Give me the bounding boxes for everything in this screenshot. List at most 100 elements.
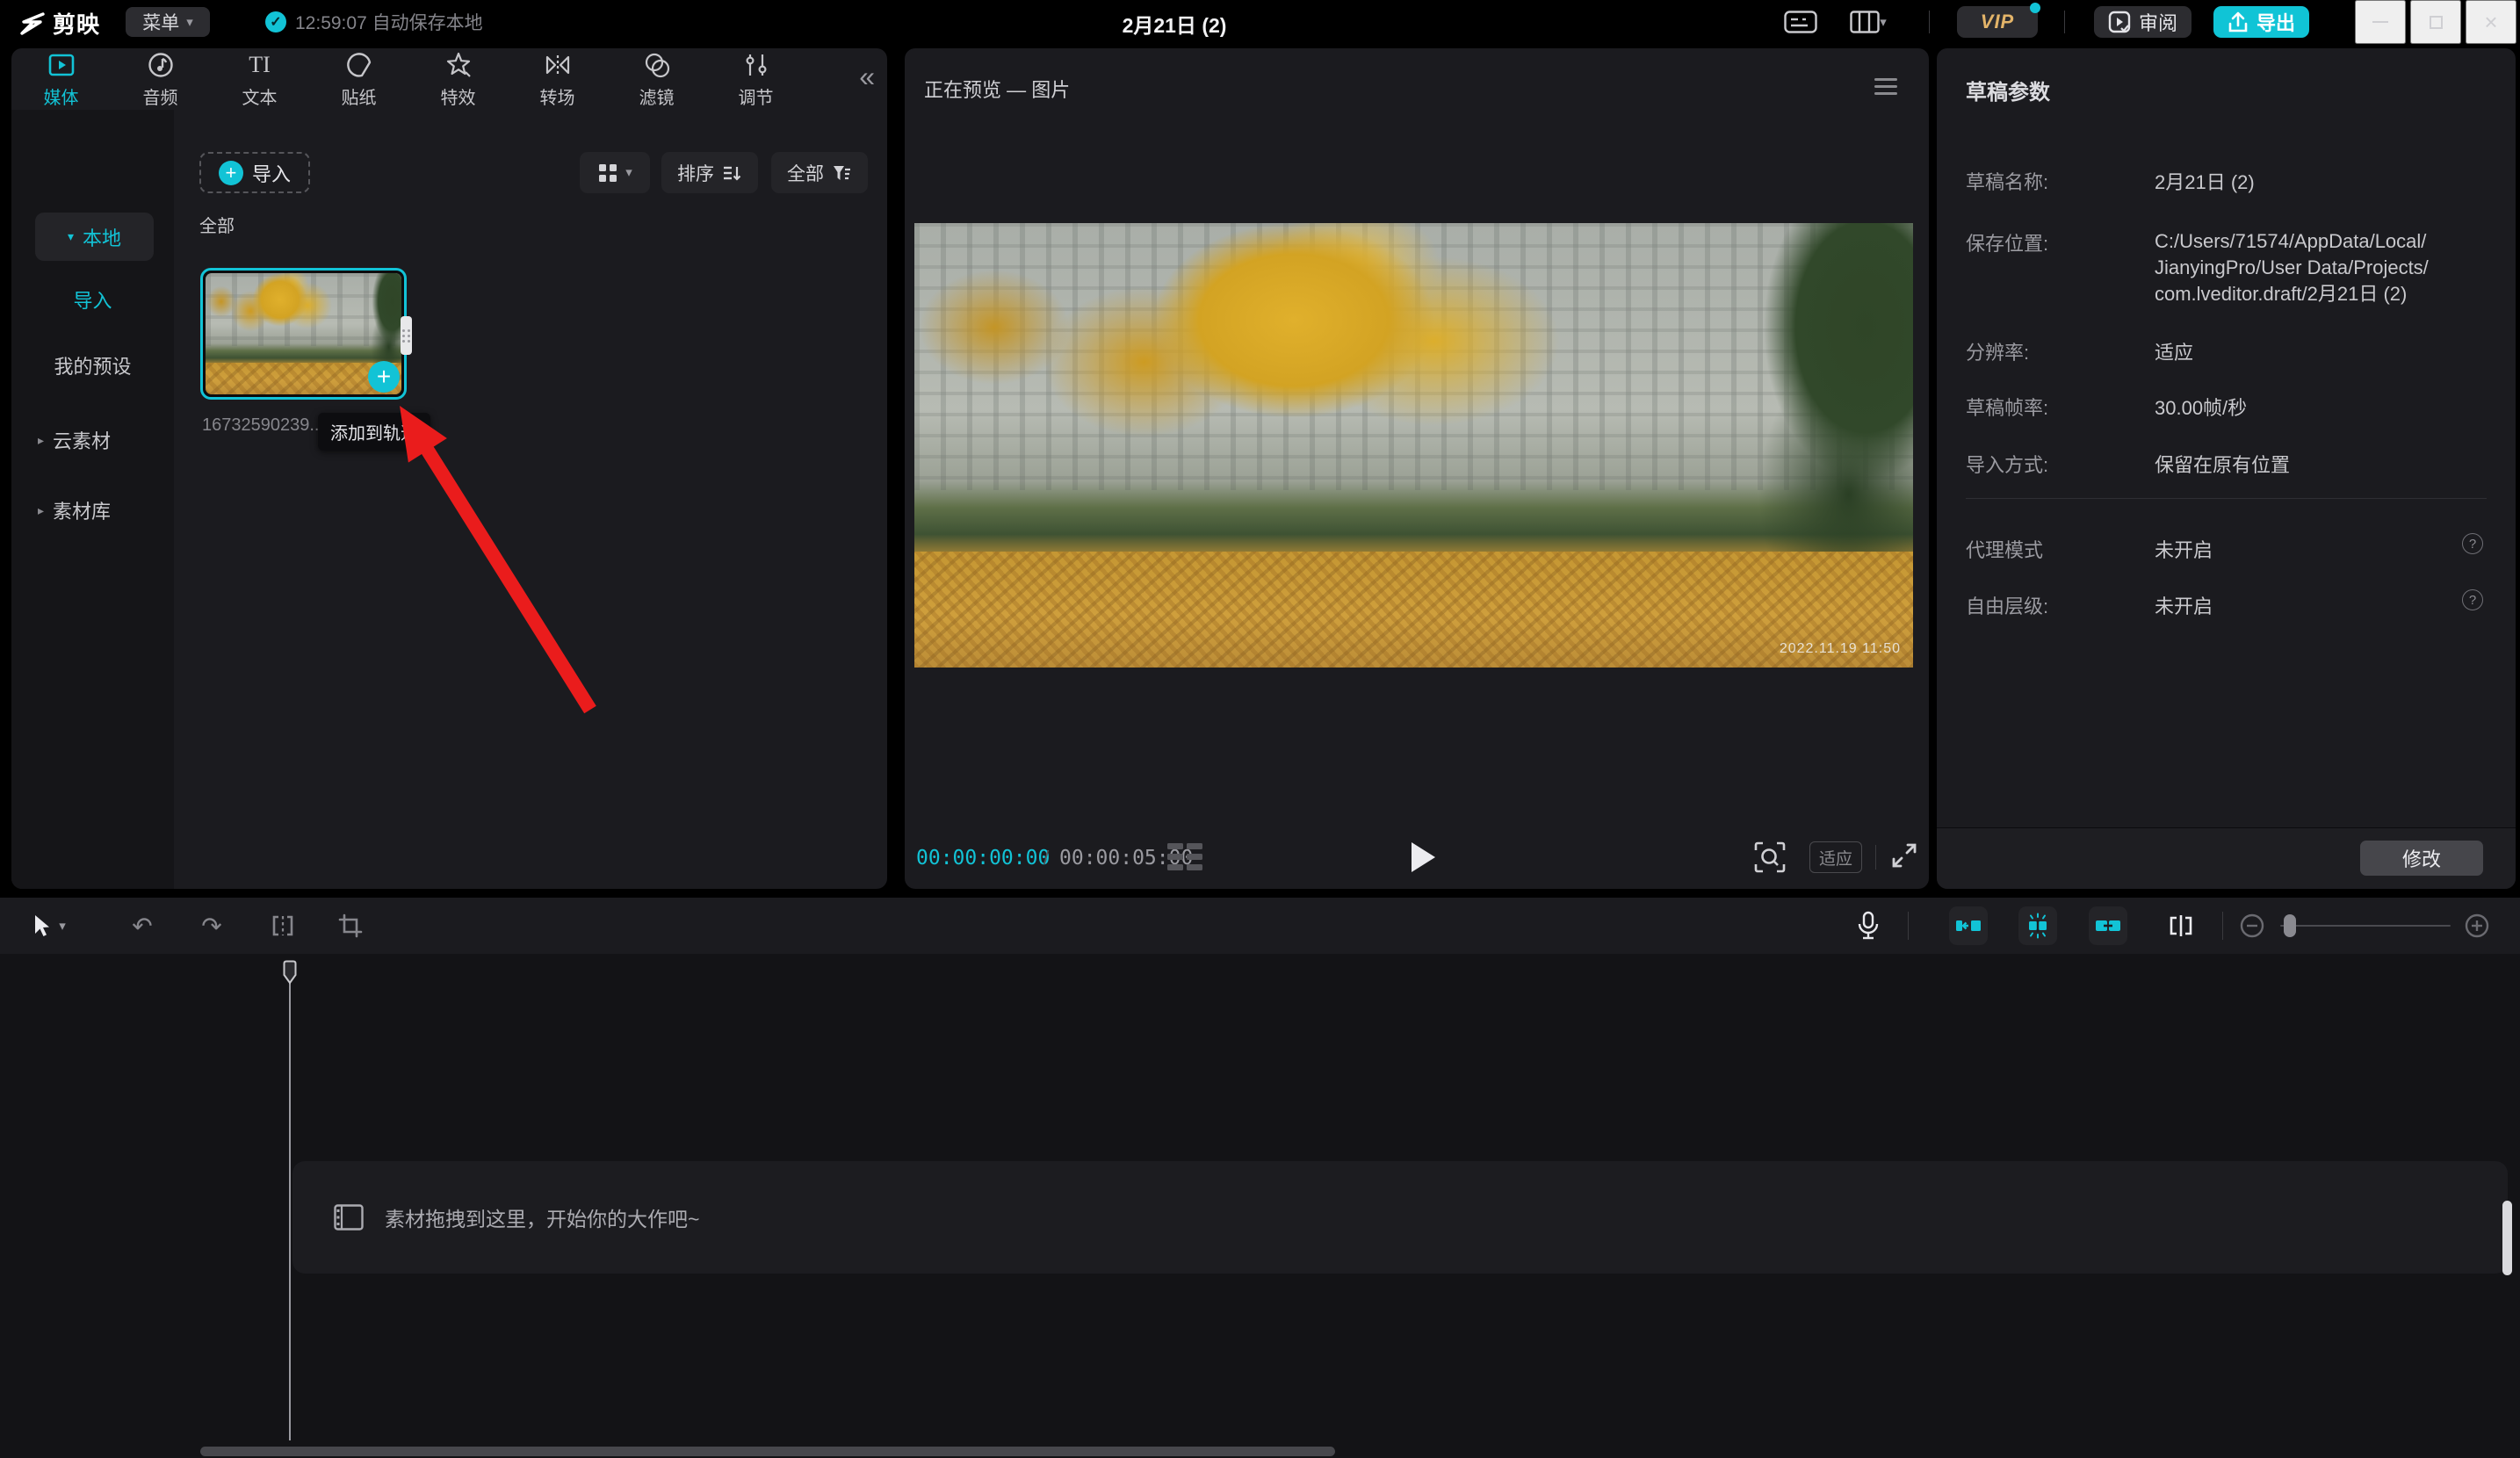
link-icon	[2095, 917, 2121, 935]
sidebar-item-presets[interactable]: 我的预设	[11, 351, 174, 379]
chevron-down-icon: ▾	[59, 920, 66, 933]
clip-drag-handle[interactable]	[401, 316, 412, 355]
photo-fallen-leaves	[914, 552, 1913, 668]
tab-label: 贴纸	[342, 83, 377, 109]
tab-media[interactable]: 媒体	[11, 48, 111, 110]
sort-icon	[721, 162, 742, 184]
vip-badge[interactable]: VIP	[1957, 6, 2038, 38]
sidebar-item-library[interactable]: ▸ 素材库	[38, 496, 111, 524]
chevron-down-icon: ▾	[1880, 16, 1887, 29]
timeline-zoom-in-button[interactable]	[2464, 913, 2490, 939]
close-button[interactable]: ×	[2466, 0, 2516, 44]
export-button[interactable]: 导出	[2213, 6, 2309, 38]
add-to-track-button[interactable]: +	[368, 361, 400, 393]
free-layer-value: 未开启	[2155, 591, 2213, 619]
main-track-magnet-button[interactable]	[1949, 906, 1988, 945]
cursor-icon	[31, 913, 52, 938]
tab-audio[interactable]: 音频	[111, 48, 210, 110]
media-icon	[47, 50, 76, 80]
modify-button[interactable]: 修改	[2360, 841, 2483, 876]
sort-button[interactable]: 排序	[661, 152, 758, 193]
adjust-icon	[741, 50, 771, 80]
timeline-zoom-slider-handle[interactable]	[2284, 914, 2296, 937]
tab-label: 文本	[242, 83, 278, 109]
jianying-editor-window: 剪映 菜单 ▾ ✓ 12:59:07 自动保存本地 2月21日 (2) ▾ VI…	[0, 0, 2520, 1458]
asset-tabbar: 媒体 音频 TI 文本 贴纸 特效	[11, 48, 887, 110]
horizontal-scrollbar[interactable]	[200, 1447, 1335, 1456]
close-icon: ×	[2484, 11, 2497, 33]
timeline-zoom-slider-track[interactable]	[2280, 925, 2451, 927]
layout-switch-button[interactable]: ▾	[1838, 7, 1899, 37]
sidebar-item-import[interactable]: 导入	[11, 285, 174, 314]
filter-button[interactable]: 全部	[771, 152, 868, 193]
proxy-mode-label: 代理模式	[1966, 535, 2043, 563]
window-title: 2月21日 (2)	[1043, 9, 1306, 39]
tab-adjust[interactable]: 调节	[706, 48, 805, 110]
fullscreen-button[interactable]	[1888, 840, 1920, 871]
free-layer-label: 自由层级:	[1966, 591, 2048, 619]
view-mode-button[interactable]: ▾	[580, 152, 650, 193]
divider	[2222, 912, 2223, 940]
collapse-panel-button[interactable]: «	[859, 61, 875, 93]
minimize-button[interactable]	[2355, 0, 2406, 44]
import-label: 导入	[252, 159, 291, 187]
linkage-button[interactable]	[2089, 906, 2127, 945]
preview-controls: 00:00:00:00 / 00:00:05:00 适应	[905, 827, 1929, 889]
fit-mode-button[interactable]: 适应	[1809, 841, 1862, 873]
tab-transition[interactable]: 转场	[508, 48, 607, 110]
redo-button[interactable]: ↷	[192, 906, 231, 945]
chevron-down-icon: ▾	[625, 166, 632, 179]
play-button[interactable]	[1404, 838, 1442, 877]
crop-button[interactable]	[331, 906, 370, 945]
sidebar-item-cloud[interactable]: ▸ 云素材	[38, 426, 111, 454]
tab-sticker[interactable]: 贴纸	[309, 48, 408, 110]
playhead-handle[interactable]	[282, 960, 298, 985]
proxy-mode-value: 未开启	[2155, 535, 2213, 563]
menu-button[interactable]: 菜单 ▾	[126, 7, 210, 37]
minimize-icon	[2372, 21, 2388, 23]
timeline-zoom-out-button[interactable]	[2239, 913, 2265, 939]
preview-menu-button[interactable]	[1874, 78, 1897, 95]
sidebar-item-local[interactable]: ▾ 本地	[35, 213, 154, 261]
crop-icon	[337, 913, 364, 939]
undo-button[interactable]: ↶	[123, 906, 162, 945]
draft-name-label: 草稿名称:	[1966, 167, 2048, 195]
audio-icon	[146, 50, 176, 80]
review-button[interactable]: 审阅	[2094, 6, 2191, 38]
keyboard-shortcuts-button[interactable]	[1781, 7, 1820, 37]
media-clip-thumbnail[interactable]: +	[200, 268, 407, 400]
playhead-line[interactable]	[289, 962, 291, 1440]
tab-effects[interactable]: 特效	[408, 48, 508, 110]
filter-icon	[642, 50, 672, 80]
clip-filename: 16732590239...	[202, 415, 325, 436]
auto-snap-button[interactable]	[2018, 906, 2057, 945]
preview-quality-button[interactable]	[1752, 840, 1787, 875]
tab-label: 调节	[739, 83, 774, 109]
sidebar-item-label: 本地	[83, 223, 121, 251]
tab-label: 特效	[441, 83, 476, 109]
split-button[interactable]	[264, 906, 302, 945]
filter-label: 全部	[787, 160, 824, 186]
import-media-button[interactable]: + 导入	[199, 152, 310, 193]
resolution-label: 分辨率:	[1966, 337, 2029, 365]
vertical-scrollbar[interactable]	[2502, 1201, 2512, 1275]
sidebar-item-label: 云素材	[53, 426, 111, 454]
tab-label: 转场	[540, 83, 575, 109]
record-voiceover-button[interactable]	[1849, 906, 1888, 945]
maximize-button[interactable]	[2410, 0, 2461, 44]
preview-axis-button[interactable]	[2162, 906, 2200, 945]
app-logo: 剪映	[19, 7, 100, 40]
timeline-drop-zone[interactable]: 素材拖拽到这里，开始你的大作吧~	[292, 1161, 2508, 1274]
clip-list-button[interactable]	[1166, 841, 1206, 873]
tab-text[interactable]: TI 文本	[210, 48, 309, 110]
media-sidebar: ▾ 本地 导入 我的预设 ▸ 云素材 ▸ 素材库	[11, 110, 174, 889]
help-icon[interactable]: ?	[2462, 533, 2483, 554]
hamburger-icon	[1874, 78, 1897, 81]
select-tool-button[interactable]: ▾	[18, 906, 79, 945]
tab-filter[interactable]: 滤镜	[607, 48, 706, 110]
sidebar-item-label: 素材库	[53, 496, 111, 524]
chevron-collapsed-icon: ▸	[38, 503, 44, 518]
help-icon[interactable]: ?	[2462, 589, 2483, 610]
chevron-collapsed-icon: ▸	[38, 433, 44, 448]
list-grid-icon	[1166, 841, 1206, 873]
